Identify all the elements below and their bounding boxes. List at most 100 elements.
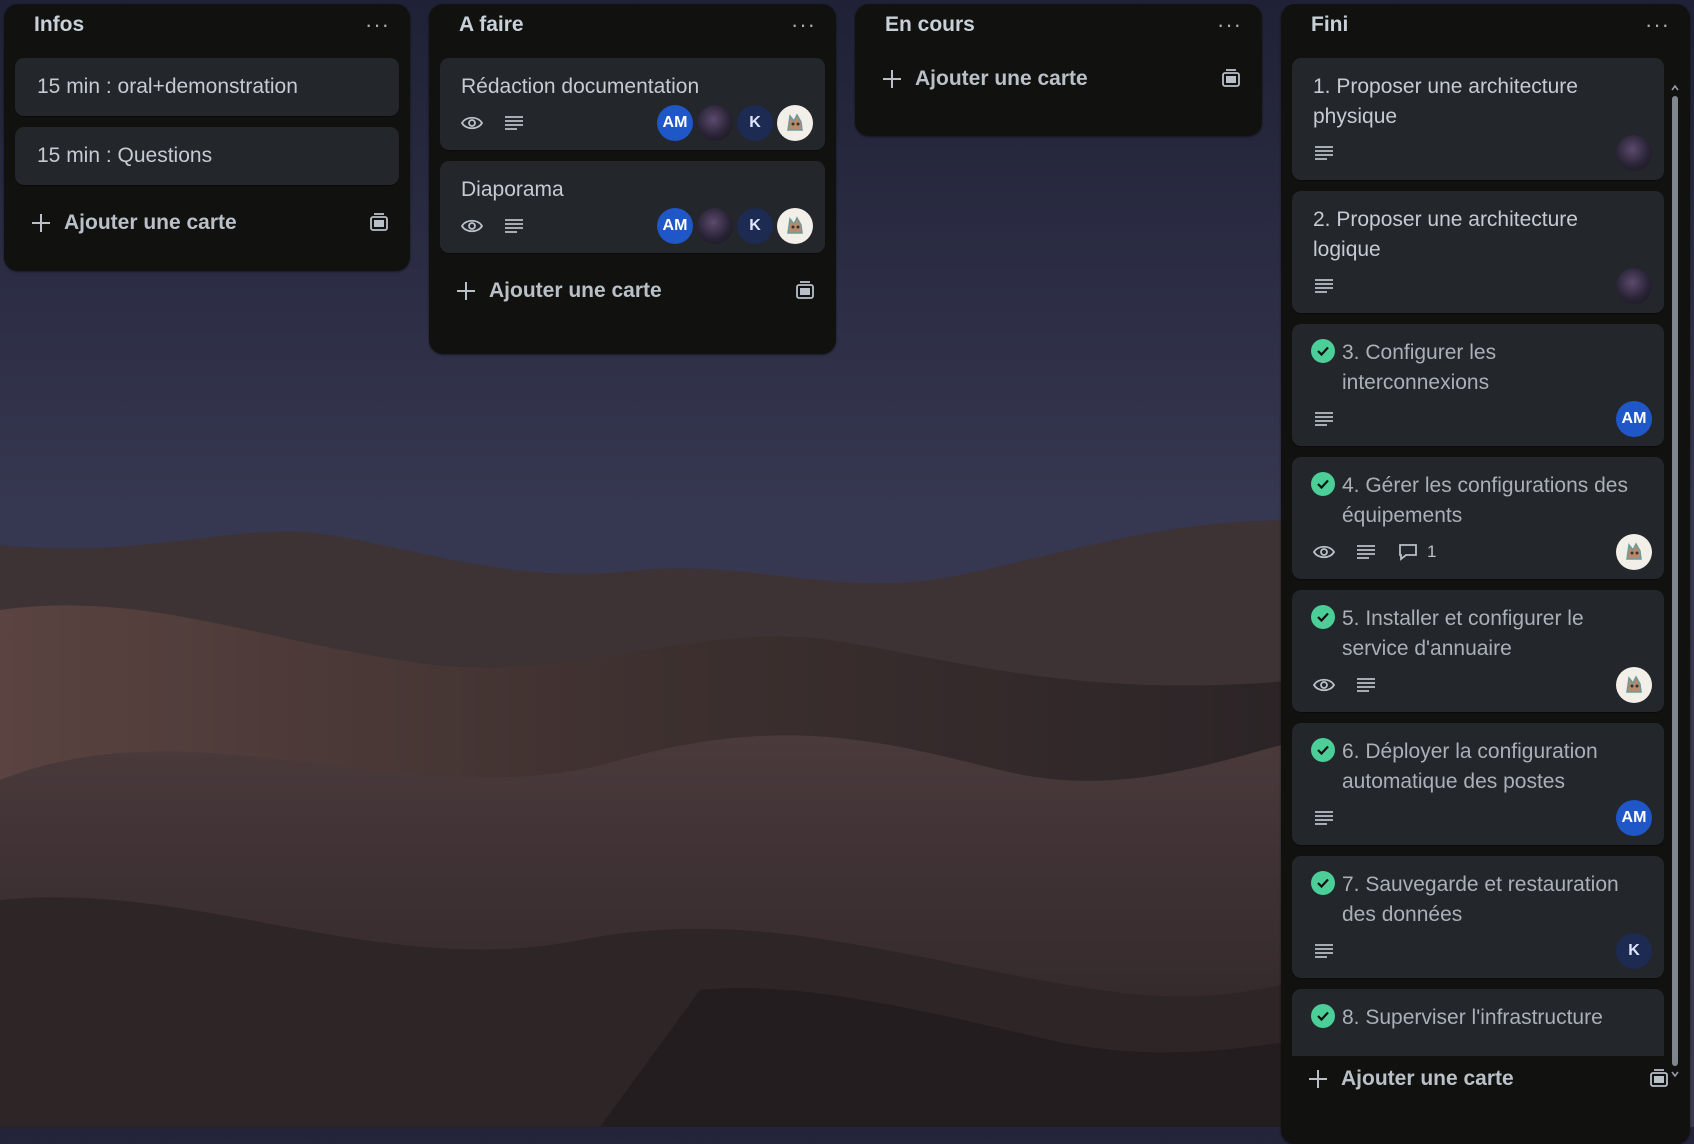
card[interactable]: 3. Configurer les interconnexions AM — [1292, 324, 1664, 446]
card-badges: AM K — [461, 105, 813, 141]
add-card-row: Ajouter une carte — [4, 196, 410, 250]
card[interactable]: 8. Superviser l'infrastructure — [1292, 989, 1664, 1056]
card[interactable]: 1. Proposer une architecture physique — [1292, 58, 1664, 180]
list-infos: Infos ··· 15 min : oral+demonstration 15… — [4, 4, 410, 271]
avatar[interactable] — [1616, 667, 1652, 703]
card-members: AM — [1616, 401, 1652, 437]
add-card-button[interactable]: Ajouter une carte — [1307, 1067, 1514, 1091]
list-header: Infos ··· — [4, 6, 410, 44]
avatar[interactable] — [1616, 268, 1652, 304]
list-header: A faire ··· — [429, 6, 836, 44]
avatar[interactable] — [777, 208, 813, 244]
more-icon[interactable]: ··· — [791, 12, 816, 38]
add-card-row: Ajouter une carte — [429, 264, 836, 318]
card-members: AM K — [657, 105, 813, 141]
list-a-faire: A faire ··· Rédaction documentation AM K… — [429, 4, 836, 354]
comment-count: 1 — [1427, 542, 1437, 561]
card[interactable]: Rédaction documentation AM K — [440, 58, 825, 150]
card[interactable]: 4. Gérer les configurations des équipeme… — [1292, 457, 1664, 579]
add-card-button[interactable]: Ajouter une carte — [455, 279, 662, 303]
avatar[interactable]: AM — [657, 105, 693, 141]
template-icon[interactable] — [368, 212, 390, 234]
card-badges — [1313, 667, 1652, 703]
card-badges — [1313, 135, 1652, 171]
avatar[interactable] — [1616, 534, 1652, 570]
card-title: 7. Sauvegarde et restauration des donnée… — [1342, 873, 1619, 926]
plus-icon — [1309, 1070, 1327, 1088]
eye-icon — [1313, 674, 1335, 696]
avatar[interactable] — [777, 105, 813, 141]
eye-icon — [461, 215, 483, 237]
add-card-button[interactable]: Ajouter une carte — [30, 211, 237, 235]
description-icon — [503, 112, 525, 134]
card-members: AM — [1616, 800, 1652, 836]
card-badges: AM K — [461, 208, 813, 244]
check-circle-icon[interactable] — [1311, 339, 1335, 363]
add-card-row: Ajouter une carte — [1281, 1056, 1690, 1102]
avatar[interactable] — [1616, 135, 1652, 171]
card[interactable]: 15 min : oral+demonstration — [15, 58, 399, 116]
card-title: 15 min : Questions — [37, 144, 213, 167]
card-badges: AM — [1313, 401, 1652, 437]
card-members: K — [1616, 933, 1652, 969]
card-title: 2. Proposer une architecture logique — [1313, 208, 1578, 261]
list-title[interactable]: Infos — [34, 13, 84, 37]
avatar[interactable] — [697, 105, 733, 141]
check-circle-icon[interactable] — [1311, 605, 1335, 629]
scrollbar[interactable] — [1670, 82, 1680, 1080]
plus-icon — [457, 282, 475, 300]
list-header: Fini ··· — [1281, 6, 1690, 44]
add-card-label: Ajouter une carte — [915, 67, 1088, 90]
card-members — [1616, 135, 1652, 171]
avatar[interactable]: AM — [1616, 800, 1652, 836]
description-icon — [1313, 940, 1335, 962]
description-icon — [1313, 408, 1335, 430]
template-icon[interactable] — [1220, 68, 1242, 90]
description-icon — [1355, 674, 1377, 696]
card[interactable]: Diaporama AM K — [440, 161, 825, 253]
card-members — [1616, 534, 1652, 570]
card-members — [1616, 667, 1652, 703]
card[interactable]: 6. Déployer la configuration automatique… — [1292, 723, 1664, 845]
list-title[interactable]: En cours — [885, 13, 975, 37]
list-title[interactable]: A faire — [459, 13, 524, 37]
avatar[interactable]: AM — [657, 208, 693, 244]
avatar[interactable]: K — [737, 105, 773, 141]
card-title: 4. Gérer les configurations des équipeme… — [1342, 474, 1628, 527]
card-title: Rédaction documentation — [461, 75, 700, 98]
more-icon[interactable]: ··· — [1217, 12, 1242, 38]
description-icon — [503, 215, 525, 237]
check-circle-icon[interactable] — [1311, 871, 1335, 895]
plus-icon — [32, 214, 50, 232]
description-icon — [1313, 275, 1335, 297]
card-list-scroll[interactable]: 1. Proposer une architecture physique 2.… — [1281, 58, 1690, 1056]
card[interactable]: 2. Proposer une architecture logique — [1292, 191, 1664, 313]
check-circle-icon[interactable] — [1311, 472, 1335, 496]
card-title: 6. Déployer la configuration automatique… — [1342, 740, 1598, 793]
card-title: 8. Superviser l'infrastructure — [1342, 1006, 1603, 1029]
card-title: 5. Installer et configurer le service d'… — [1342, 607, 1584, 660]
list-title[interactable]: Fini — [1311, 13, 1348, 37]
more-icon[interactable]: ··· — [1645, 12, 1670, 38]
eye-icon — [1313, 541, 1335, 563]
card-title: 15 min : oral+demonstration — [37, 75, 298, 98]
check-circle-icon[interactable] — [1311, 1004, 1335, 1028]
avatar[interactable]: K — [737, 208, 773, 244]
template-icon[interactable] — [794, 280, 816, 302]
card[interactable]: 5. Installer et configurer le service d'… — [1292, 590, 1664, 712]
add-card-button[interactable]: Ajouter une carte — [881, 67, 1088, 91]
avatar[interactable] — [697, 208, 733, 244]
avatar[interactable]: AM — [1616, 401, 1652, 437]
avatar[interactable]: K — [1616, 933, 1652, 969]
more-icon[interactable]: ··· — [365, 12, 390, 38]
template-icon[interactable] — [1648, 1068, 1670, 1090]
card-title: Diaporama — [461, 178, 564, 201]
plus-icon — [883, 70, 901, 88]
card[interactable]: 7. Sauvegarde et restauration des donnée… — [1292, 856, 1664, 978]
list-header: En cours ··· — [855, 6, 1262, 44]
card-badges: AM — [1313, 800, 1652, 836]
list-en-cours: En cours ··· Ajouter une carte — [855, 4, 1262, 136]
card[interactable]: 15 min : Questions — [15, 127, 399, 185]
check-circle-icon[interactable] — [1311, 738, 1335, 762]
list-fini: Fini ··· 1. Proposer une architecture ph… — [1281, 4, 1690, 1144]
